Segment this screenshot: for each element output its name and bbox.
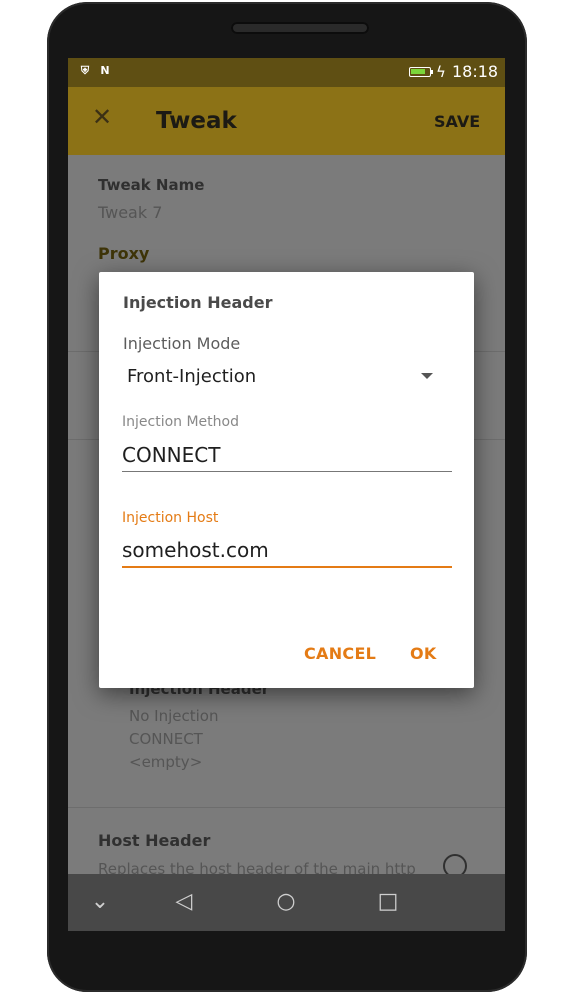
injection-mode-select[interactable]: Front-Injection [127,365,256,389]
injection-mode-label: Injection Mode [123,334,241,353]
phone-frame: ⛨ N ϟ 18:18 ✕ Tweak SAVE Tweak Name Twea… [47,2,527,992]
host-header-description: Replaces the host header of the main htt… [98,860,416,874]
host-header-label: Host Header [98,831,211,850]
navigation-bar: ⌄ ◁ ○ □ [68,874,505,931]
tweak-name-value[interactable]: Tweak 7 [98,203,162,223]
close-icon[interactable]: ✕ [90,105,114,129]
injection-host-label: Injection Host [122,510,219,526]
injection-header-line-1: No Injection [129,707,219,725]
page-title: Tweak [156,108,237,134]
injection-host-input[interactable]: somehost.com [122,537,269,563]
phone-speaker [231,22,369,34]
injection-method-input[interactable]: CONNECT [122,442,220,468]
status-time: 18:18 [452,62,499,81]
charging-icon: ϟ [436,63,446,81]
cancel-button[interactable]: CANCEL [304,644,376,664]
injection-method-underline [122,471,452,472]
app-bar: ✕ Tweak SAVE [68,87,505,155]
ok-button[interactable]: OK [410,644,437,664]
save-button[interactable]: SAVE [434,112,480,132]
injection-header-line-3: <empty> [129,753,203,771]
home-icon[interactable]: ○ [272,888,300,916]
back-icon[interactable]: ◁ [170,888,198,916]
proxy-section-title: Proxy [98,244,150,263]
recents-icon[interactable]: □ [374,888,402,916]
injection-host-underline [122,566,452,568]
injection-method-label: Injection Method [122,414,239,430]
dropdown-arrow-icon[interactable] [421,373,433,379]
battery-tip [431,70,433,74]
chevron-down-icon[interactable]: ⌄ [86,888,114,916]
shield-icon: ⛨ [80,64,90,77]
tweak-name-label: Tweak Name [98,176,205,194]
status-bar: ⛨ N ϟ 18:18 [68,58,505,87]
n-icon: N [100,64,110,77]
battery-fill [411,69,425,74]
divider [68,807,505,808]
screen: ⛨ N ϟ 18:18 ✕ Tweak SAVE Tweak Name Twea… [68,58,505,931]
injection-header-dialog: Injection Header Injection Mode Front-In… [99,272,474,688]
injection-header-line-2: CONNECT [129,730,203,748]
battery-icon [409,67,431,77]
dialog-title: Injection Header [123,293,273,312]
